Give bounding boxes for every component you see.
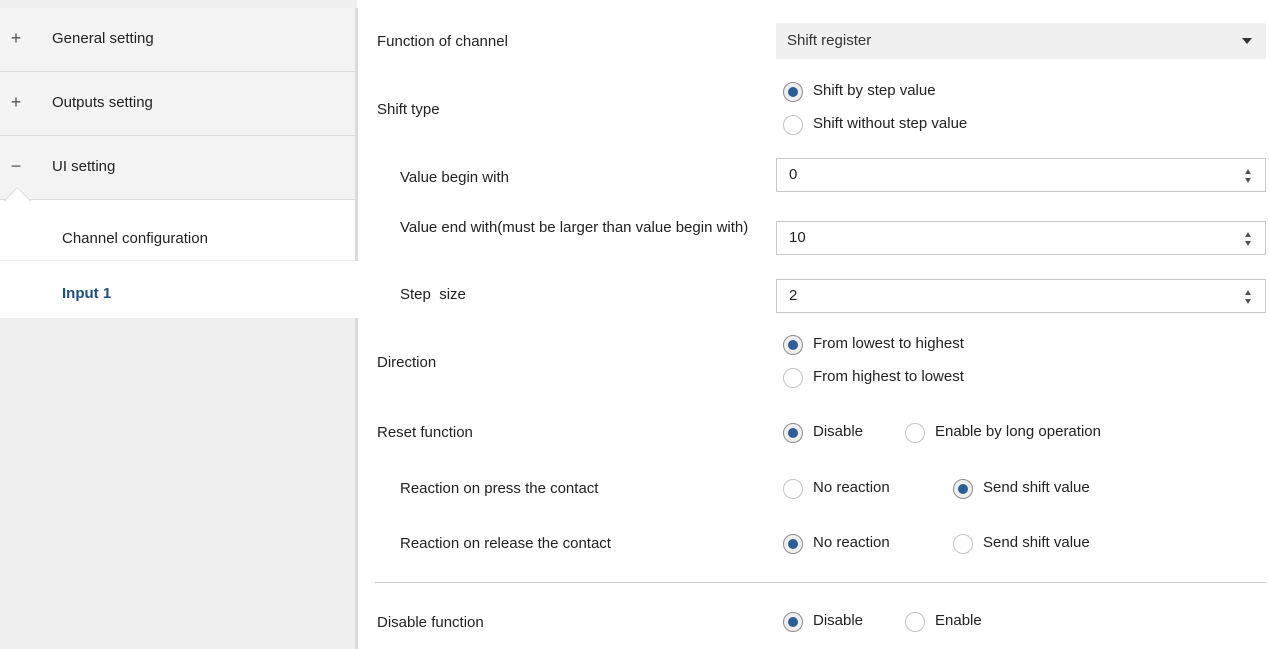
radio-unselected-icon: [953, 534, 973, 554]
sidebar-subitem-channel-configuration[interactable]: Channel configuration: [0, 200, 357, 260]
radio-selected-icon: [953, 479, 973, 499]
sidebar-item-label: UI setting: [52, 158, 116, 175]
sidebar: + General setting + Outputs setting − UI…: [0, 0, 358, 649]
value-end-spinbox[interactable]: 10: [776, 221, 1266, 255]
spin-up-icon[interactable]: [1245, 232, 1251, 237]
spin-up-icon[interactable]: [1245, 290, 1251, 295]
sidebar-item-label: General setting: [52, 30, 154, 47]
spinbox-value: 0: [789, 166, 798, 183]
radio-label: No reaction: [813, 534, 890, 551]
radio-selected-icon: [783, 534, 803, 554]
radio-label: Send shift value: [983, 534, 1090, 551]
radio-label: Shift by step value: [813, 82, 936, 99]
direction-label: Direction: [377, 354, 437, 371]
radio-label: Shift without step value: [813, 115, 968, 132]
sidebar-divider: [355, 8, 358, 261]
sidebar-subitem-input-1[interactable]: Input 1: [0, 261, 357, 318]
spin-down-icon[interactable]: [1245, 241, 1251, 246]
radio-unselected-icon: [905, 423, 925, 443]
sidebar-item-general-setting[interactable]: + General setting: [0, 8, 357, 72]
radio-selected-icon: [783, 612, 803, 632]
radio-unselected-icon: [783, 368, 803, 388]
spin-down-icon[interactable]: [1245, 178, 1251, 183]
function-of-channel-select[interactable]: Shift register: [776, 23, 1266, 59]
expand-icon[interactable]: +: [9, 92, 23, 113]
radio-label: Send shift value: [983, 479, 1090, 496]
expand-icon[interactable]: +: [9, 28, 23, 49]
radio-label: From highest to lowest: [813, 368, 964, 385]
function-of-channel-label: Function of channel: [377, 33, 508, 50]
select-value: Shift register: [787, 32, 872, 49]
value-begin-label: Value begin with: [400, 169, 509, 186]
chevron-down-icon: [1242, 38, 1252, 44]
reaction-press-label: Reaction on press the contact: [400, 480, 599, 497]
radio-selected-icon: [783, 423, 803, 443]
radio-unselected-icon: [783, 115, 803, 135]
radio-label: Enable: [935, 612, 982, 629]
spinbox-value: 2: [789, 287, 798, 304]
reset-function-label: Reset function: [377, 424, 473, 441]
radio-label: No reaction: [813, 479, 890, 496]
collapse-icon[interactable]: −: [9, 156, 23, 177]
radio-selected-icon: [783, 82, 803, 102]
step-size-label: Step size: [400, 286, 466, 303]
radio-unselected-icon: [905, 612, 925, 632]
section-divider: [375, 582, 1266, 583]
radio-selected-icon: [783, 335, 803, 355]
sidebar-subitem-label: Channel configuration: [62, 230, 208, 247]
sidebar-item-outputs-setting[interactable]: + Outputs setting: [0, 72, 357, 136]
radio-label: From lowest to highest: [813, 335, 964, 352]
spinbox-value: 10: [789, 229, 806, 246]
step-size-spinbox[interactable]: 2: [776, 279, 1266, 313]
sidebar-item-ui-setting[interactable]: − UI setting: [0, 136, 357, 200]
radio-unselected-icon: [783, 479, 803, 499]
radio-label: Disable: [813, 423, 864, 440]
sidebar-item-label: Outputs setting: [52, 94, 153, 111]
spin-down-icon[interactable]: [1245, 299, 1251, 304]
spin-up-icon[interactable]: [1245, 169, 1251, 174]
value-end-label: Value end with(must be larger than value…: [400, 219, 749, 236]
sidebar-divider: [355, 318, 358, 649]
value-begin-spinbox[interactable]: 0: [776, 158, 1266, 192]
shift-type-label: Shift type: [377, 101, 440, 118]
disable-function-label: Disable function: [377, 614, 484, 631]
sidebar-subitem-label: Input 1: [62, 285, 112, 302]
radio-label: Enable by long operation: [935, 423, 1101, 440]
reaction-release-label: Reaction on release the contact: [400, 535, 611, 552]
radio-label: Disable: [813, 612, 864, 629]
